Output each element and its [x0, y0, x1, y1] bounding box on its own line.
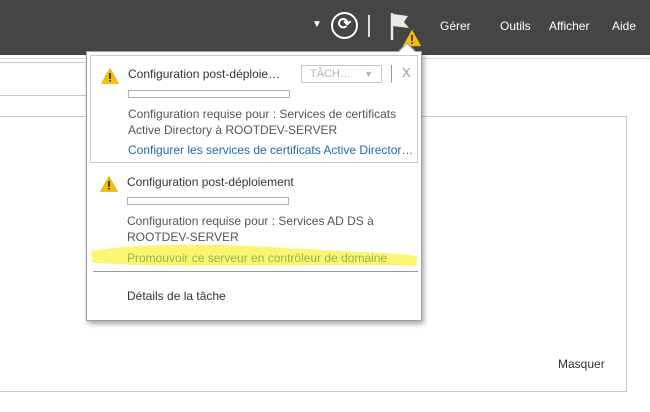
task-title: Configuration post-déploie…: [128, 67, 281, 81]
configure-certificate-services-link[interactable]: Configurer les services de certificats A…: [128, 143, 413, 157]
server-manager-toolbar: ▼ ⟳ Gérer Outils Afficher Aide: [0, 0, 650, 55]
task-progress-bar: [128, 90, 290, 98]
menu-tools[interactable]: Outils: [500, 19, 531, 33]
menu-view[interactable]: Afficher: [549, 19, 589, 33]
promote-domain-controller-link[interactable]: Promouvoir ce serveur en contrôleur de d…: [127, 251, 387, 265]
warning-icon: [101, 68, 119, 84]
task-divider: [391, 65, 392, 83]
close-icon[interactable]: X: [402, 65, 411, 80]
task-item-certificate-services: Configuration post-déploie… TÂCH… ▼ X Co…: [90, 55, 418, 163]
details-divider: [93, 271, 418, 272]
task-description: Configuration requise pour : Services de…: [128, 107, 397, 137]
task-description: Configuration requise pour : Services AD…: [127, 214, 374, 244]
toolbar-divider: [368, 15, 370, 37]
task-title: Configuration post-déploiement: [127, 175, 294, 189]
task-details-link[interactable]: Détails de la tâche: [127, 289, 226, 303]
chevron-down-icon[interactable]: ▼: [312, 19, 322, 30]
task-item-ad-ds: Configuration post-déploiement Configura…: [90, 165, 418, 269]
notifications-dropdown: Configuration post-déploie… TÂCH… ▼ X Co…: [86, 42, 422, 321]
notifications-flag-icon[interactable]: [388, 10, 422, 48]
chevron-down-icon: ▼: [364, 69, 373, 79]
menu-manage[interactable]: Gérer: [440, 19, 471, 33]
menu-help[interactable]: Aide: [612, 19, 636, 33]
task-button-label: TÂCH…: [310, 68, 351, 80]
task-progress-bar: [127, 197, 289, 205]
hide-link[interactable]: Masquer: [558, 357, 605, 371]
refresh-icon[interactable]: ⟳: [331, 12, 358, 39]
warning-icon: [100, 176, 118, 192]
task-dropdown-button[interactable]: TÂCH… ▼: [301, 65, 382, 83]
background-header-box: [0, 62, 88, 96]
